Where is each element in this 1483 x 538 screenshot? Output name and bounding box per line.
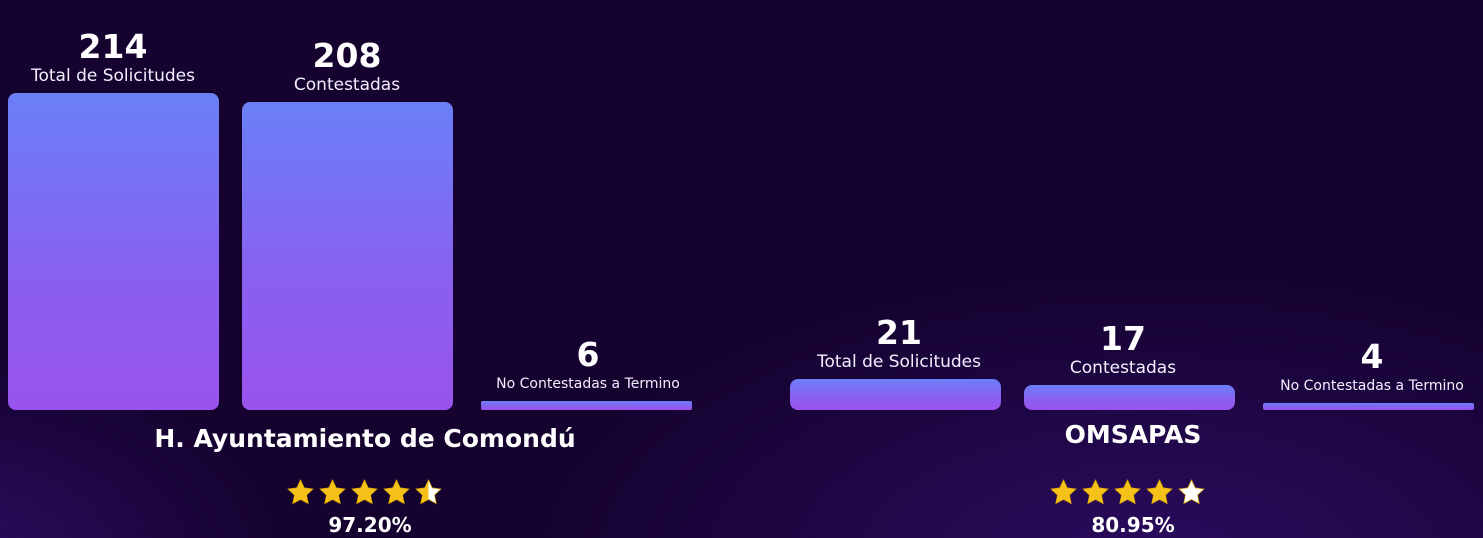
- bar-label-total: 21 Total de Solicitudes: [769, 315, 1029, 373]
- category-no-contestadas: No Contestadas a Termino: [496, 376, 680, 392]
- bar-label-contestadas: 17 Contestadas: [993, 321, 1253, 379]
- bar-contestadas: [1024, 385, 1235, 410]
- organization-name: H. Ayuntamiento de Comondú: [154, 424, 576, 453]
- category-total-solicitudes: Total de Solicitudes: [816, 352, 981, 372]
- chart-panel-comondu: 214 Total de Solicitudes 208 Contestadas…: [0, 0, 740, 538]
- star-full-icon: [383, 479, 410, 505]
- category-no-contestadas: No Contestadas a Termino: [1280, 378, 1464, 394]
- bar-label-no-contestadas: 6 No Contestadas a Termino: [458, 337, 718, 395]
- bar-contestadas: [242, 102, 453, 410]
- category-contestadas: Contestadas: [293, 75, 401, 95]
- category-total-solicitudes: Total de Solicitudes: [30, 66, 195, 86]
- star-full-icon: [1050, 479, 1077, 505]
- star-full-icon: [287, 479, 314, 505]
- category-contestadas: Contestadas: [1069, 358, 1177, 378]
- bar-label-contestadas: 208 Contestadas: [217, 38, 477, 96]
- bar-total-solicitudes: [790, 379, 1001, 410]
- value-contestadas: 208: [312, 36, 382, 75]
- value-no-contestadas: 4: [1360, 337, 1384, 376]
- value-contestadas: 17: [1100, 319, 1146, 358]
- star-empty-icon: [1178, 479, 1205, 505]
- bar-total-solicitudes: [8, 93, 219, 410]
- bar-label-total: 214 Total de Solicitudes: [0, 29, 243, 87]
- star-full-icon: [1114, 479, 1141, 505]
- chart-panel-omsapas: 21 Total de Solicitudes 17 Contestadas 4…: [781, 0, 1483, 538]
- star-rating: [1049, 478, 1206, 506]
- star-half-icon: [415, 479, 442, 505]
- bar-label-no-contestadas: 4 No Contestadas a Termino: [1242, 339, 1483, 397]
- star-rating: [286, 478, 443, 506]
- value-total-solicitudes: 214: [78, 27, 148, 66]
- star-full-icon: [351, 479, 378, 505]
- star-full-icon: [319, 479, 346, 505]
- star-full-icon: [1146, 479, 1173, 505]
- bar-no-contestadas: [1263, 403, 1474, 410]
- rating-percentage: 97.20%: [328, 513, 412, 537]
- rating-percentage: 80.95%: [1091, 513, 1175, 537]
- value-total-solicitudes: 21: [876, 313, 922, 352]
- value-no-contestadas: 6: [576, 335, 600, 374]
- star-full-icon: [1082, 479, 1109, 505]
- bar-no-contestadas: [481, 401, 692, 410]
- organization-name: OMSAPAS: [1064, 420, 1202, 449]
